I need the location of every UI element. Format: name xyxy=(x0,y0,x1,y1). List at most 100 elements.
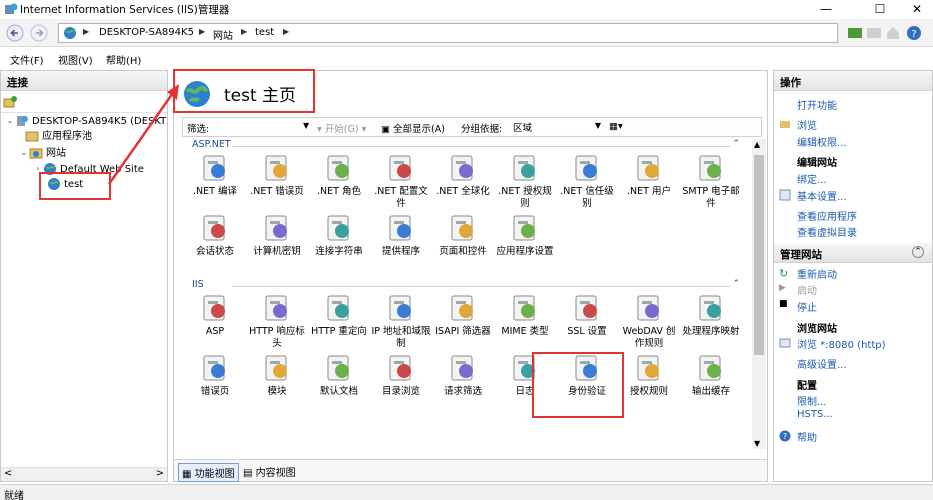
help-icon[interactable]: ? xyxy=(906,25,922,41)
feature-tile-17[interactable]: HTTP 重定向 xyxy=(308,293,370,338)
feature-tile-25[interactable]: 模块 xyxy=(246,353,308,398)
edit-permissions-link[interactable]: 编辑权限... xyxy=(797,134,847,149)
feature-tile-26[interactable]: 默认文档 xyxy=(308,353,370,398)
menu-help[interactable]: 帮助(H) xyxy=(106,52,141,67)
group-by-select[interactable]: 区域 ▼ xyxy=(511,120,603,134)
feature-tile-18[interactable]: IP 地址和域限制 xyxy=(370,293,432,350)
feature-label: 默认文档 xyxy=(319,386,358,397)
feature-tile-9[interactable]: 会话状态 xyxy=(184,213,246,258)
hsts-link[interactable]: HSTS... xyxy=(797,409,833,420)
breadcrumb-server[interactable]: DESKTOP-SA894K5 xyxy=(99,27,194,38)
group-header[interactable]: ASP.NET xyxy=(192,139,231,150)
vertical-scrollbar[interactable]: ▲ ▼ xyxy=(752,139,766,449)
manage-site-header[interactable]: 管理网站 ⌃ xyxy=(774,243,932,263)
tree-item-app-pools[interactable]: 应用程序池 xyxy=(25,129,92,145)
back-arrow-icon[interactable] xyxy=(6,24,24,42)
scroll-up-arrow-icon[interactable]: ▲ xyxy=(754,140,760,149)
collapse-icon[interactable]: ⌄ xyxy=(5,113,15,129)
feature-tile-11[interactable]: 连接字符串 xyxy=(308,213,370,258)
feature-label: HTTP 重定向 xyxy=(311,326,367,337)
close-button[interactable]: ✕ xyxy=(901,0,933,18)
scroll-left-arrow-icon[interactable]: < xyxy=(4,468,12,479)
stop-link[interactable]: 停止 xyxy=(797,299,817,314)
explore-link[interactable]: 打开功能 xyxy=(797,97,837,112)
feature-tile-27[interactable]: 目录浏览 xyxy=(370,353,432,398)
feature-tile-7[interactable]: .NET 用户 xyxy=(618,153,680,198)
breadcrumb-separator: ▶ xyxy=(199,27,206,36)
breadcrumb-sites[interactable]: 网站 xyxy=(213,27,233,42)
feature-tile-8[interactable]: SMTP 电子邮件 xyxy=(680,153,742,210)
feature-icon xyxy=(386,213,416,243)
feature-tile-31[interactable]: 授权规则 xyxy=(618,353,680,398)
show-all-button[interactable]: ▣ 全部显示(A) xyxy=(381,121,445,135)
feature-tile-12[interactable]: 提供程序 xyxy=(370,213,432,258)
home-icon[interactable] xyxy=(885,25,901,41)
help-link[interactable]: 帮助 xyxy=(797,429,817,444)
feature-tile-24[interactable]: 错误页 xyxy=(184,353,246,398)
feature-tile-22[interactable]: WebDAV 创作规则 xyxy=(618,293,680,350)
minimize-button[interactable]: — xyxy=(810,0,842,18)
collapse-icon[interactable]: ⌄ xyxy=(19,145,29,161)
feature-tile-20[interactable]: MIME 类型 xyxy=(494,293,556,338)
browse-link[interactable]: 浏览 xyxy=(797,117,817,132)
feature-tile-15[interactable]: ASP xyxy=(184,293,246,338)
address-bar[interactable]: ▶ DESKTOP-SA894K5 ▶ 网站 ▶ test ▶ xyxy=(58,23,838,43)
feature-tile-0[interactable]: .NET 编译 xyxy=(184,153,246,198)
scroll-down-arrow-icon[interactable]: ▼ xyxy=(754,439,760,448)
view-virtual-directories-link[interactable]: 查看虚拟目录 xyxy=(797,224,857,239)
menu-file[interactable]: 文件(F) xyxy=(10,52,44,67)
browse-port-link[interactable]: 浏览 *:8080 (http) xyxy=(797,336,886,351)
feature-tile-16[interactable]: HTTP 响应标头 xyxy=(246,293,308,350)
browse-icon xyxy=(779,338,791,348)
feature-icon xyxy=(324,213,354,243)
feature-tile-1[interactable]: .NET 错误页 xyxy=(246,153,308,198)
start-link: 启动 xyxy=(797,286,817,297)
feature-tile-21[interactable]: SSL 设置 xyxy=(556,293,618,338)
feature-tile-6[interactable]: .NET 信任级别 xyxy=(556,153,618,210)
group-header[interactable]: IIS xyxy=(192,279,204,290)
feature-tile-10[interactable]: 计算机密钥 xyxy=(246,213,308,258)
breadcrumb-test[interactable]: test xyxy=(255,27,274,38)
collapse-section-icon[interactable]: ⌃ xyxy=(912,246,924,258)
maximize-button[interactable]: ☐ xyxy=(864,0,896,18)
tree-item-sites[interactable]: ⌄ 网站 xyxy=(19,145,66,161)
basic-settings-link[interactable]: 基本设置... xyxy=(797,188,847,203)
view-mode-icon[interactable]: ▦▾ xyxy=(609,121,623,132)
feature-icon xyxy=(324,153,354,183)
scroll-thumb[interactable] xyxy=(754,155,764,355)
feature-tile-2[interactable]: .NET 角色 xyxy=(308,153,370,198)
feature-tile-14[interactable]: 应用程序设置 xyxy=(494,213,556,258)
filter-input[interactable] xyxy=(221,120,311,134)
feature-tile-23[interactable]: 处理程序映射 xyxy=(680,293,742,338)
group-by-label: 分组依据: xyxy=(461,124,503,135)
tab-content-view[interactable]: ▤ 内容视图 xyxy=(240,463,299,480)
mail-icon[interactable] xyxy=(866,25,882,41)
start-filter-button[interactable]: ▾ 开始(G) ▾ xyxy=(317,121,366,135)
filter-dropdown-icon[interactable]: ▼ xyxy=(303,121,309,130)
collapse-group-icon[interactable]: ⌃ xyxy=(732,139,740,149)
collapse-group-icon[interactable]: ⌃ xyxy=(732,279,740,289)
feature-tile-28[interactable]: 请求筛选 xyxy=(432,353,494,398)
connect-icon[interactable] xyxy=(3,95,17,109)
tab-features-view[interactable]: ▦ 功能视图 xyxy=(178,463,239,482)
network-icon[interactable] xyxy=(847,25,863,41)
server-icon xyxy=(17,116,28,126)
feature-label: 目录浏览 xyxy=(381,386,420,397)
feature-tile-19[interactable]: ISAPI 筛选器 xyxy=(432,293,494,338)
menu-view[interactable]: 视图(V) xyxy=(58,52,93,67)
feature-tile-5[interactable]: .NET 授权规则 xyxy=(494,153,556,210)
feature-icon xyxy=(386,153,416,183)
scroll-right-arrow-icon[interactable]: > xyxy=(156,468,164,479)
view-applications-link[interactable]: 查看应用程序 xyxy=(797,208,857,223)
forward-arrow-icon[interactable] xyxy=(30,24,48,42)
feature-tile-4[interactable]: .NET 全球化 xyxy=(432,153,494,198)
limits-link[interactable]: 限制... xyxy=(797,393,827,408)
bindings-link[interactable]: 绑定... xyxy=(797,171,827,186)
restart-link[interactable]: 重新启动 xyxy=(797,266,837,281)
advanced-settings-link[interactable]: 高级设置... xyxy=(797,356,847,371)
horizontal-scrollbar[interactable]: < > xyxy=(1,467,167,481)
feature-tile-3[interactable]: .NET 配置文件 xyxy=(370,153,432,210)
feature-tile-13[interactable]: 页面和控件 xyxy=(432,213,494,258)
feature-tile-32[interactable]: 输出缓存 xyxy=(680,353,742,398)
feature-label: SMTP 电子邮件 xyxy=(682,186,740,209)
